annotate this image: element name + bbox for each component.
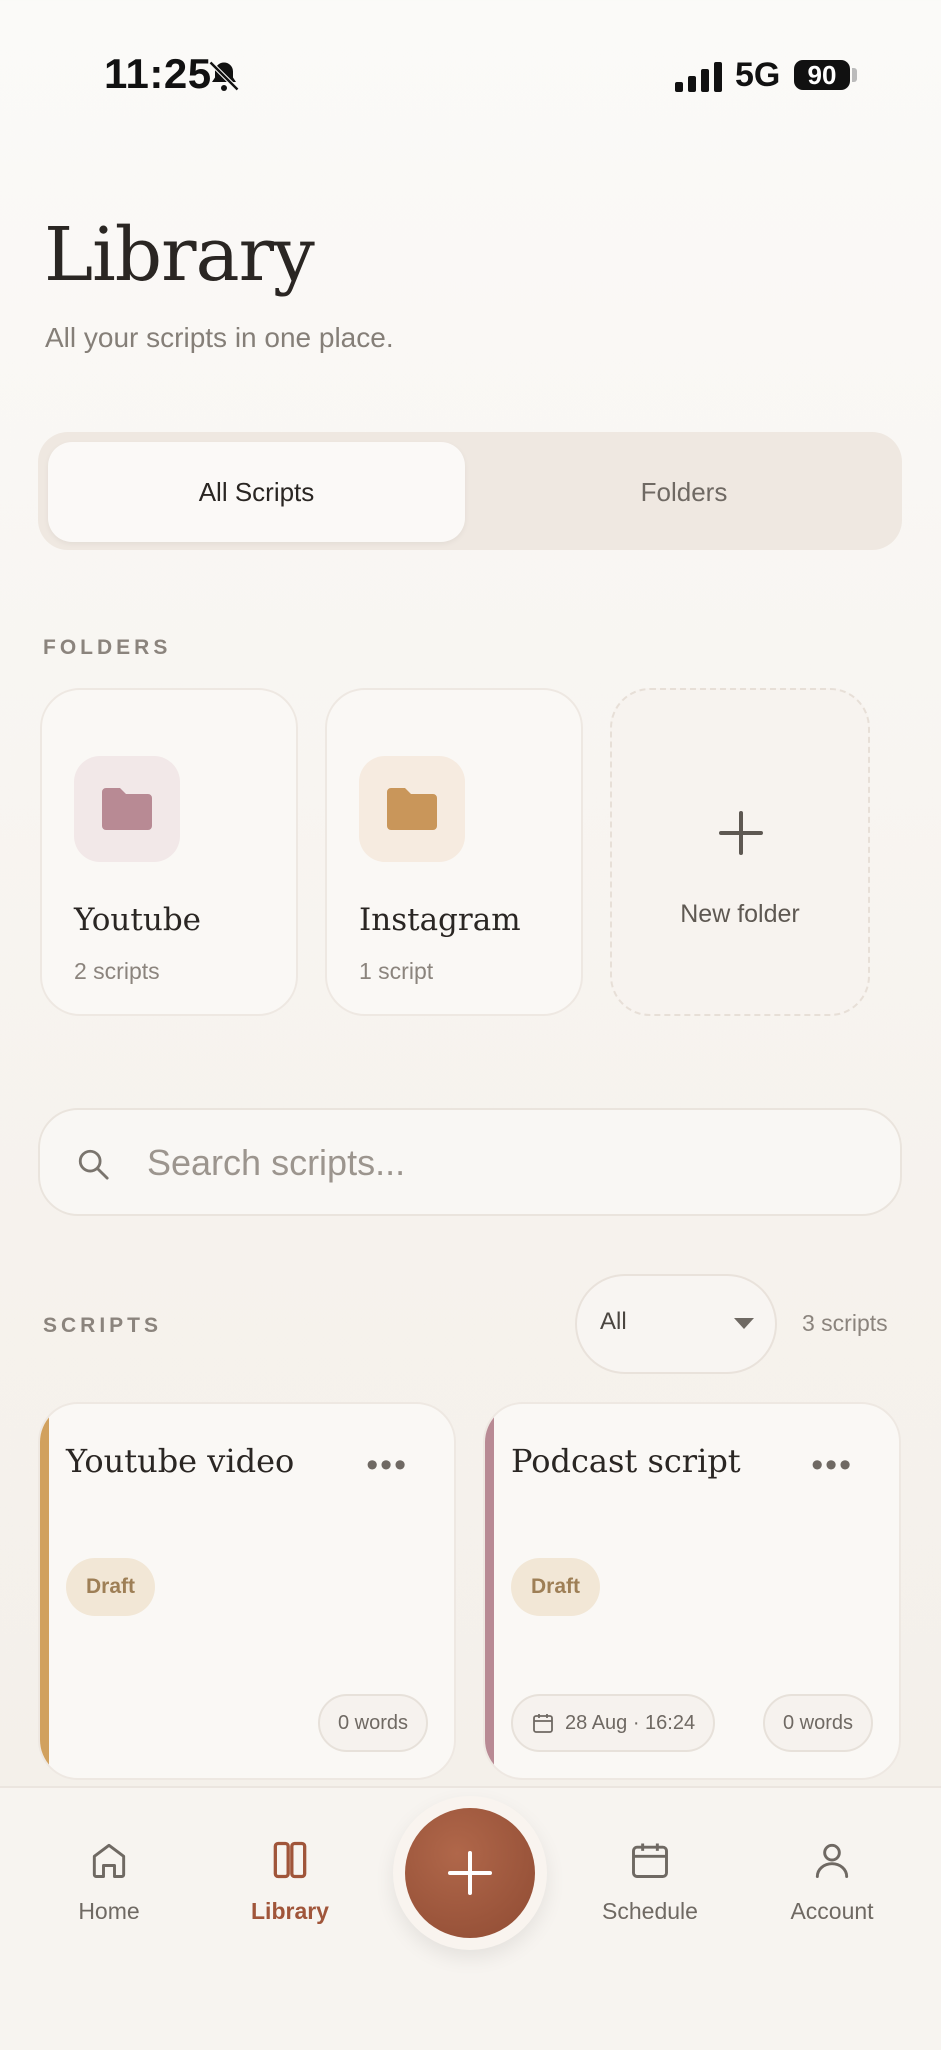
create-script-button[interactable] [405, 1808, 535, 1938]
nav-label: Home [78, 1898, 140, 1924]
nav-schedule[interactable]: Schedule [575, 1838, 725, 1925]
page-subtitle: All your scripts in one place. [45, 322, 394, 353]
schedule-date: 28 Aug · 16:24 [565, 1711, 696, 1734]
folder-card-youtube[interactable]: Youtube 2 scripts [40, 688, 298, 1016]
script-title: Youtube video [66, 1442, 295, 1480]
tab-folders[interactable]: Folders [470, 442, 898, 542]
more-options-icon[interactable]: ••• [811, 1446, 853, 1485]
user-icon [815, 1843, 849, 1878]
folder-name: Instagram [359, 902, 521, 938]
home-icon [92, 1843, 126, 1878]
nav-home[interactable]: Home [34, 1838, 184, 1925]
folder-icon [387, 788, 437, 830]
folder-count: 2 scripts [74, 958, 160, 984]
nav-account[interactable]: Account [757, 1838, 907, 1925]
calendar-icon [533, 1714, 553, 1733]
library-icon [273, 1841, 307, 1879]
status-badge: Draft [511, 1558, 601, 1616]
more-options-icon[interactable]: ••• [366, 1446, 408, 1485]
script-accent-bar [40, 1404, 49, 1778]
script-accent-bar [485, 1404, 494, 1778]
bell-slash-icon [208, 60, 240, 92]
battery-level: 90 [807, 59, 837, 90]
script-count: 3 scripts [802, 1310, 888, 1336]
schedule-date-pill: 28 Aug · 16:24 [511, 1694, 716, 1752]
filter-value: All [600, 1308, 627, 1335]
folder-name: Youtube [74, 902, 202, 938]
folder-icon [102, 788, 152, 830]
calendar-icon [632, 1843, 668, 1878]
nav-label: Schedule [602, 1898, 698, 1924]
script-card-youtube-video[interactable]: Youtube video ••• Draft 0 words [38, 1402, 456, 1780]
folder-icon-box [359, 756, 465, 862]
status-badge: Draft [66, 1558, 156, 1616]
plus-icon [719, 811, 763, 855]
chevron-down-icon [734, 1318, 754, 1329]
folders-section-label: FOLDERS [43, 636, 172, 659]
battery-nub [852, 68, 857, 82]
status-time: 11:25 [104, 50, 212, 97]
script-card-podcast-script[interactable]: Podcast script ••• Draft 28 Aug · 16:24 … [483, 1402, 901, 1780]
word-count-pill: 0 words [762, 1694, 873, 1752]
script-title: Podcast script [511, 1442, 741, 1480]
folder-count: 1 script [359, 958, 434, 984]
tab-all-scripts[interactable]: All Scripts [48, 442, 465, 542]
battery-icon: 90 [794, 60, 850, 90]
folder-icon-box [74, 756, 180, 862]
folder-card-instagram[interactable]: Instagram 1 script [325, 688, 583, 1016]
search-icon [78, 1149, 109, 1180]
signal-icon [675, 62, 722, 92]
nav-label: Library [251, 1898, 329, 1924]
scripts-section-label: SCRIPTS [43, 1314, 163, 1337]
plus-icon [448, 1851, 492, 1895]
nav-label: Account [790, 1898, 874, 1924]
new-folder-button[interactable]: New folder [610, 688, 870, 1016]
nav-library[interactable]: Library [215, 1838, 365, 1925]
new-folder-label: New folder [680, 900, 800, 928]
word-count-pill: 0 words [317, 1694, 428, 1752]
network-label: 5G [735, 56, 781, 94]
search-input[interactable] [145, 1132, 869, 1194]
page-title: Library [44, 212, 315, 298]
